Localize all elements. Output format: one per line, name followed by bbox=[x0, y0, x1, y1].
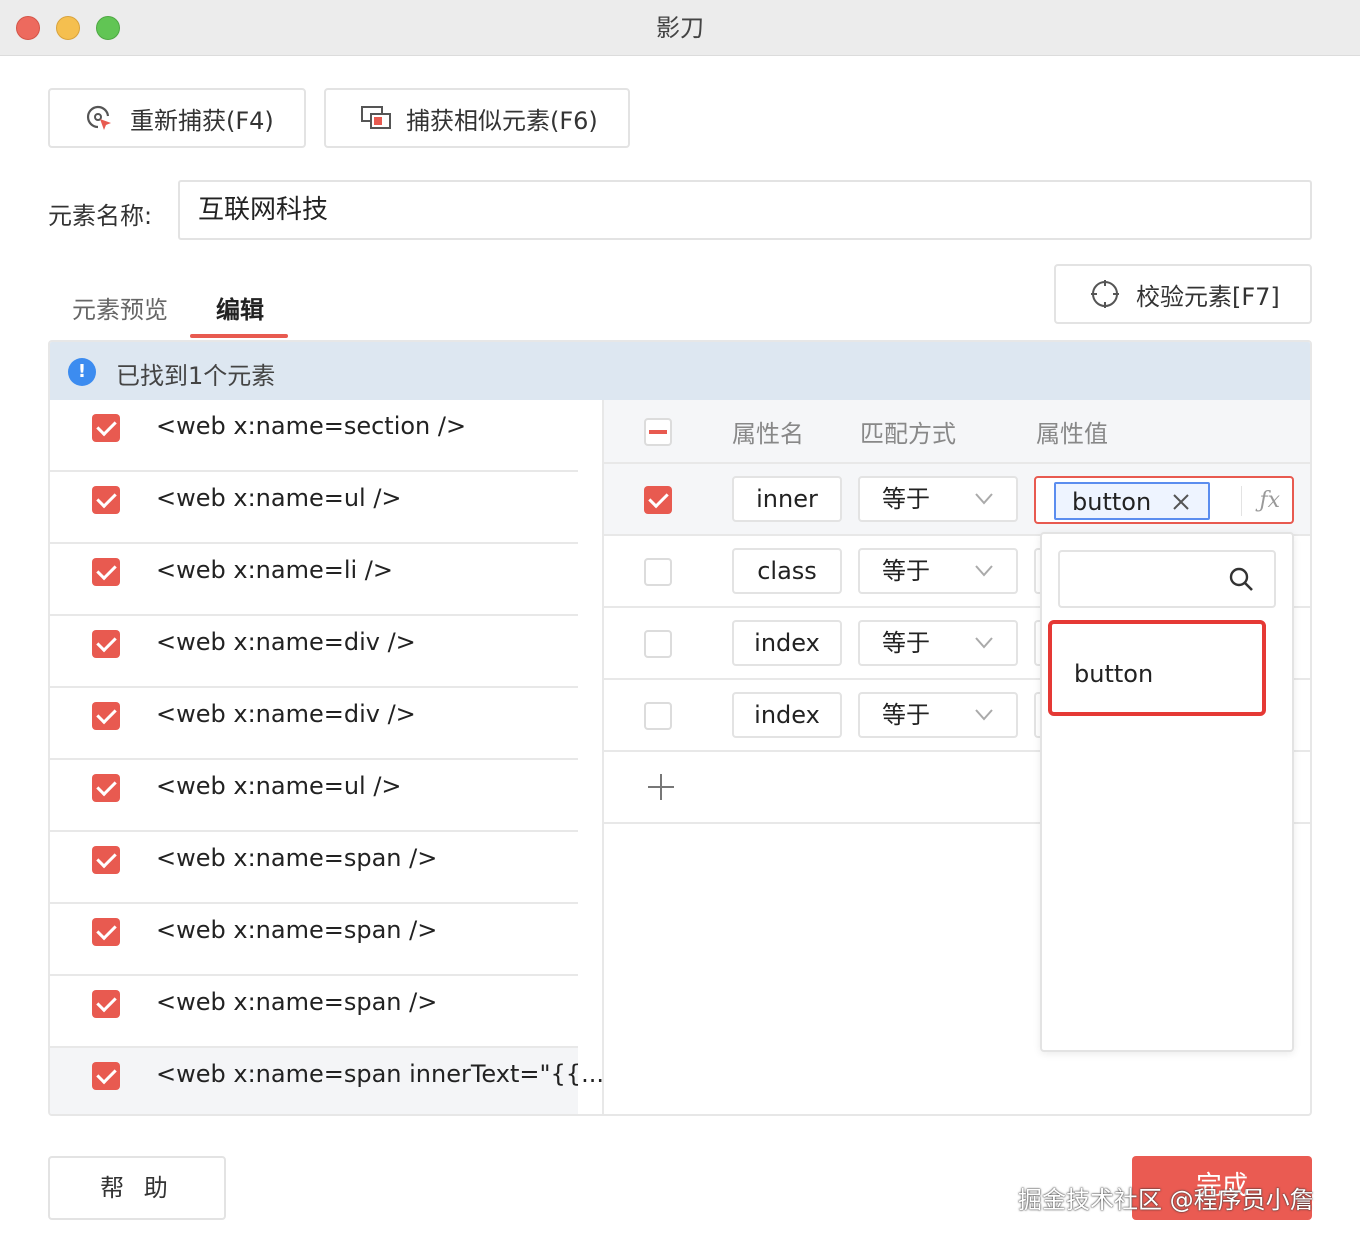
list-item[interactable]: <web x:name=span /> bbox=[50, 976, 578, 1048]
chevron-down-icon bbox=[975, 709, 993, 721]
element-node-label: <web x:name=div /> bbox=[156, 700, 416, 728]
header-attribute-value: 属性值 bbox=[1036, 420, 1108, 448]
attribute-name-field[interactable]: inner bbox=[732, 476, 842, 522]
match-mode-value: 等于 bbox=[882, 701, 930, 729]
attribute-name-field[interactable]: index bbox=[732, 692, 842, 738]
attribute-checkbox[interactable] bbox=[644, 630, 672, 658]
close-icon[interactable] bbox=[1172, 493, 1190, 511]
element-node-label: <web x:name=span /> bbox=[156, 844, 438, 872]
match-mode-select[interactable]: 等于 bbox=[858, 476, 1018, 522]
watermark: 掘金技术社区 @程序员小詹 bbox=[1018, 1186, 1314, 1214]
element-node-label: <web x:name=div /> bbox=[156, 628, 416, 656]
header-attribute-name: 属性名 bbox=[732, 420, 804, 448]
plus-icon[interactable] bbox=[646, 772, 676, 802]
attribute-name-field[interactable]: class bbox=[732, 548, 842, 594]
element-checkbox[interactable] bbox=[92, 702, 120, 730]
active-tab-indicator bbox=[190, 334, 288, 338]
element-checkbox[interactable] bbox=[92, 558, 120, 586]
element-name-label: 元素名称: bbox=[48, 202, 153, 230]
value-dropdown: button bbox=[1040, 532, 1294, 1052]
dropdown-search-input[interactable] bbox=[1058, 550, 1276, 608]
attribute-value-select[interactable]: button ƒx bbox=[1034, 476, 1294, 524]
info-icon: ! bbox=[68, 358, 96, 386]
element-checkbox[interactable] bbox=[92, 918, 120, 946]
verify-element-button[interactable]: 校验元素[F7] bbox=[1054, 264, 1312, 324]
title-bar: 影刀 bbox=[0, 0, 1360, 56]
chevron-down-icon bbox=[975, 637, 993, 649]
chevron-down-icon bbox=[975, 565, 993, 577]
attribute-name-field[interactable]: index bbox=[732, 620, 842, 666]
element-node-label: <web x:name=section /> bbox=[156, 412, 467, 440]
element-hierarchy-list: <web x:name=section /> <web x:name=ul />… bbox=[50, 400, 604, 1114]
attribute-checkbox[interactable] bbox=[644, 702, 672, 730]
select-all-checkbox[interactable] bbox=[644, 418, 672, 446]
element-node-label: <web x:name=span /> bbox=[156, 916, 438, 944]
element-name-input[interactable]: 互联网科技 bbox=[178, 180, 1312, 240]
element-checkbox[interactable] bbox=[92, 774, 120, 802]
crosshair-icon bbox=[1091, 280, 1119, 308]
search-icon bbox=[1229, 567, 1253, 591]
attribute-checkbox[interactable] bbox=[644, 486, 672, 514]
list-item[interactable]: <web x:name=span /> bbox=[50, 832, 578, 904]
list-item[interactable]: <web x:name=div /> bbox=[50, 688, 578, 760]
element-node-label: <web x:name=span innerText="{{... bbox=[156, 1060, 604, 1088]
element-checkbox[interactable] bbox=[92, 990, 120, 1018]
element-checkbox[interactable] bbox=[92, 1062, 120, 1090]
dropdown-option-label: button bbox=[1074, 660, 1154, 688]
result-banner: ! 已找到1个元素 bbox=[50, 342, 1310, 400]
list-item[interactable]: <web x:name=li /> bbox=[50, 544, 578, 616]
match-mode-value: 等于 bbox=[882, 485, 930, 513]
match-mode-value: 等于 bbox=[882, 557, 930, 585]
tab-element-preview[interactable]: 元素预览 bbox=[72, 290, 168, 325]
result-banner-text: 已找到1个元素 bbox=[116, 362, 276, 390]
chevron-down-icon bbox=[975, 493, 993, 505]
list-item-selected[interactable]: <web x:name=span innerText="{{... bbox=[50, 1048, 604, 1114]
list-item[interactable]: <web x:name=span /> bbox=[50, 904, 578, 976]
match-mode-value: 等于 bbox=[882, 629, 930, 657]
match-mode-select[interactable]: 等于 bbox=[858, 620, 1018, 666]
capture-similar-button[interactable]: 捕获相似元素(F6) bbox=[324, 88, 630, 148]
element-checkbox[interactable] bbox=[92, 486, 120, 514]
capture-similar-icon bbox=[361, 106, 391, 129]
verify-element-label: 校验元素[F7] bbox=[1136, 282, 1280, 311]
fx-divider bbox=[1241, 486, 1242, 516]
element-checkbox[interactable] bbox=[92, 414, 120, 442]
fx-icon[interactable]: ƒx bbox=[1259, 488, 1280, 513]
window-title: 影刀 bbox=[656, 14, 704, 42]
match-mode-select[interactable]: 等于 bbox=[858, 692, 1018, 738]
element-node-label: <web x:name=span /> bbox=[156, 988, 438, 1016]
value-tag-label: button bbox=[1072, 488, 1152, 516]
header-match-mode: 匹配方式 bbox=[860, 420, 956, 448]
element-checkbox[interactable] bbox=[92, 630, 120, 658]
element-node-label: <web x:name=ul /> bbox=[156, 484, 402, 512]
value-tag: button bbox=[1054, 482, 1210, 520]
element-checkbox[interactable] bbox=[92, 846, 120, 874]
list-item[interactable]: <web x:name=section /> bbox=[50, 400, 578, 472]
tab-edit[interactable]: 编辑 bbox=[216, 290, 264, 325]
attribute-table-header: 属性名 匹配方式 属性值 bbox=[604, 400, 1310, 464]
attribute-checkbox[interactable] bbox=[644, 558, 672, 586]
recapture-button[interactable]: 重新捕获(F4) bbox=[48, 88, 306, 148]
dropdown-option[interactable]: button bbox=[1048, 620, 1266, 716]
recapture-icon bbox=[86, 105, 111, 130]
help-button[interactable]: 帮 助 bbox=[48, 1156, 226, 1220]
element-node-label: <web x:name=ul /> bbox=[156, 772, 402, 800]
list-item[interactable]: <web x:name=div /> bbox=[50, 616, 578, 688]
element-node-label: <web x:name=li /> bbox=[156, 556, 393, 584]
capture-similar-label: 捕获相似元素(F6) bbox=[406, 106, 598, 135]
list-item[interactable]: <web x:name=ul /> bbox=[50, 472, 578, 544]
recapture-label: 重新捕获(F4) bbox=[130, 106, 274, 135]
match-mode-select[interactable]: 等于 bbox=[858, 548, 1018, 594]
list-item[interactable]: <web x:name=ul /> bbox=[50, 760, 578, 832]
